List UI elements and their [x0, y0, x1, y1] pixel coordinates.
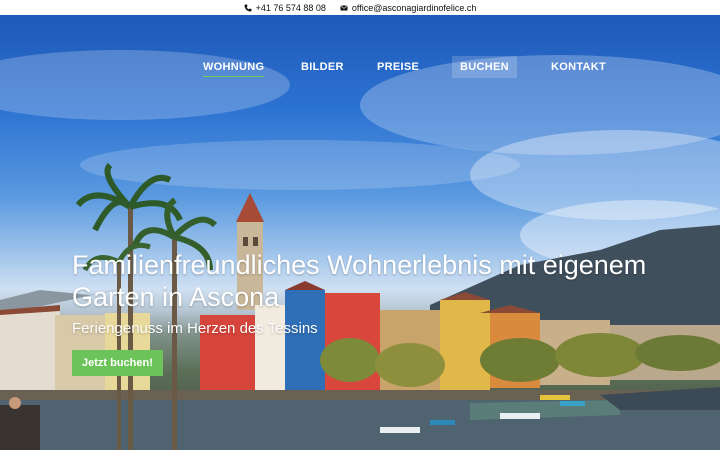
phone-icon — [244, 4, 252, 12]
nav-item-wohnung[interactable]: WOHNUNG — [203, 56, 265, 78]
nav-item-preise[interactable]: PREISE — [377, 56, 419, 78]
hero-section: WOHNUNG BILDER PREISE BUCHEN KONTAKT Fam… — [0, 15, 720, 450]
nav-item-bilder[interactable]: BILDER — [301, 56, 344, 78]
hero-background-image — [0, 50, 720, 450]
envelope-icon — [340, 4, 348, 12]
book-now-button[interactable]: Jetzt buchen! — [72, 350, 163, 376]
nav-item-kontakt[interactable]: KONTAKT — [551, 56, 606, 78]
phone-number: +41 76 574 88 08 — [255, 2, 326, 13]
main-navigation: WOHNUNG BILDER PREISE BUCHEN KONTAKT — [0, 56, 720, 80]
email-address: office@asconagiardinofelice.ch — [351, 2, 477, 13]
hero-subtitle: Feriengenuss im Herzen des Tessins — [72, 320, 318, 337]
hero-title: Familienfreundliches Wohnerlebnis mit ei… — [72, 250, 647, 312]
contact-bar: +41 76 574 88 08 office@asconagiardinofe… — [0, 0, 720, 15]
nav-item-buchen[interactable]: BUCHEN — [452, 56, 517, 78]
email-contact[interactable]: office@asconagiardinofelice.ch — [340, 2, 477, 13]
phone-contact[interactable]: +41 76 574 88 08 — [244, 3, 326, 13]
